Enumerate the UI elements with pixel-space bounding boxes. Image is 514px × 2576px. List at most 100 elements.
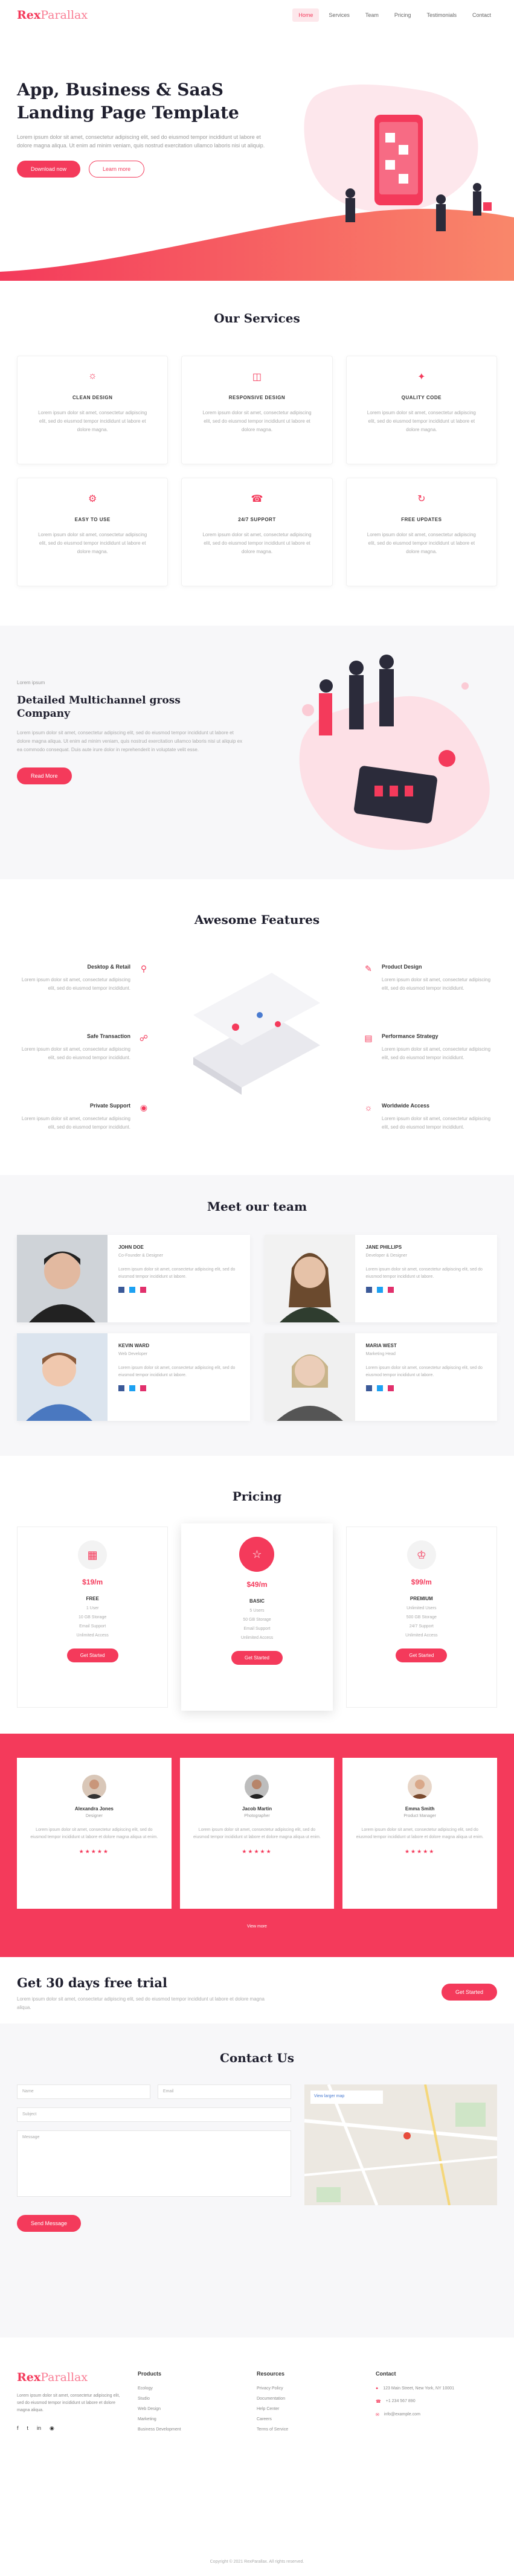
instagram-icon[interactable] [387, 1287, 394, 1293]
service-desc: Lorem ipsum dolor sit amet, consectetur … [202, 410, 312, 432]
twitter-icon[interactable]: t [27, 2425, 29, 2432]
feature-name: Safe Transaction [86, 1033, 130, 1039]
facebook-icon[interactable] [365, 1287, 372, 1293]
twitter-icon[interactable] [376, 1287, 383, 1293]
hero-description: Lorem ipsum dolor sit amet, consectetur … [17, 134, 265, 149]
feature-desc: Lorem ipsum dolor sit amet, consectetur … [382, 977, 491, 991]
footer-link[interactable]: Marketing [138, 2417, 257, 2421]
subject-field[interactable]: Subject [17, 2107, 291, 2122]
feature-name: Worldwide Access [382, 1103, 430, 1109]
team-section: Meet our team JOHN DOE Co-Founder & Desi… [0, 1175, 514, 1456]
footer-email[interactable]: info@example.com [384, 2412, 420, 2417]
plan-get-started-button[interactable]: Get Started [66, 1648, 118, 1662]
nav-home[interactable]: Home [292, 8, 320, 22]
facebook-icon[interactable]: f [17, 2425, 19, 2432]
map-view-larger-link[interactable]: View larger map [314, 2094, 344, 2098]
nav-pricing[interactable]: Pricing [388, 8, 417, 22]
instagram-icon[interactable] [140, 1385, 146, 1391]
footer-link[interactable]: Documentation [257, 2397, 376, 2401]
send-message-button[interactable]: Send Message [17, 2215, 82, 2232]
view-more-link[interactable]: View more [17, 1924, 497, 1929]
instagram-icon[interactable]: ◉ [50, 2425, 54, 2432]
settings-icon: ⚙ [88, 494, 97, 504]
devices-icon: ◫ [252, 372, 262, 382]
footer-link[interactable]: Help Center [257, 2407, 376, 2411]
service-name: 24/7 SUPPORT [238, 517, 276, 522]
nav-contact[interactable]: Contact [466, 8, 497, 22]
avatar [408, 1775, 432, 1799]
service-desc: Lorem ipsum dolor sit amet, consectetur … [367, 410, 476, 432]
plan-feature: 50 GB Storage [243, 1618, 271, 1622]
trial-title: Get 30 days free trial [17, 1975, 167, 1990]
service-card: ◫ RESPONSIVE DESIGN Lorem ipsum dolor si… [181, 356, 333, 464]
read-more-button[interactable]: Read More [17, 767, 72, 784]
feature-desc: Lorem ipsum dolor sit amet, consectetur … [382, 1046, 491, 1060]
instagram-icon[interactable] [140, 1287, 146, 1293]
feature-kicker: Lorem ipsum [17, 680, 45, 685]
testimonial-name: Emma Smith [405, 1806, 435, 1812]
plan-feature: Unlimited Access [76, 1633, 109, 1638]
plan-get-started-button[interactable]: Get Started [231, 1651, 283, 1665]
nav-team[interactable]: Team [359, 8, 385, 22]
footer-link[interactable]: Careers [257, 2417, 376, 2421]
facebook-icon[interactable] [365, 1385, 372, 1391]
feature-item: ☼ Worldwide Access Lorem ipsum dolor sit… [362, 1103, 495, 1172]
linkedin-icon[interactable]: in [37, 2425, 41, 2432]
footer-link[interactable]: Privacy Policy [257, 2386, 376, 2391]
free-trial-section: Get 30 days free trial Lorem ipsum dolor… [0, 1957, 514, 2023]
footer-address: 123 Main Street, New York, NY 10001 [383, 2386, 455, 2391]
footer-logo[interactable]: RexParallax [17, 2371, 88, 2384]
team-title: Meet our team [207, 1199, 307, 1214]
email-field[interactable]: Email [157, 2084, 291, 2099]
location-map[interactable]: View larger map [304, 2084, 497, 2205]
footer-link[interactable]: Terms of Service [257, 2427, 376, 2432]
name-field[interactable]: Name [17, 2084, 150, 2099]
facebook-icon[interactable] [118, 1385, 124, 1391]
download-button[interactable]: Download now [17, 161, 81, 178]
learn-more-button[interactable]: Learn more [89, 161, 145, 178]
footer-link[interactable]: Studio [138, 2397, 257, 2401]
feature-desc: Lorem ipsum dolor sit amet, consectetur … [21, 1116, 130, 1130]
location-pin-icon: ● [376, 2386, 379, 2391]
twitter-icon[interactable] [129, 1385, 135, 1391]
twitter-icon[interactable] [129, 1287, 135, 1293]
contact-section: Contact Us Name Email Subject Message Se… [0, 2023, 514, 2337]
footer-link[interactable]: Web Design [138, 2407, 257, 2411]
cart-icon: ⚲ [140, 964, 147, 973]
plan-name: FREE [86, 1596, 99, 1601]
service-desc: Lorem ipsum dolor sit amet, consectetur … [38, 532, 147, 554]
plan-price: $19/m [82, 1578, 103, 1586]
twitter-icon[interactable] [376, 1385, 383, 1391]
nav-testimonials[interactable]: Testimonials [420, 8, 463, 22]
feature-desc: Lorem ipsum dolor sit amet, consectetur … [21, 977, 130, 991]
footer-link[interactable]: Business Development [138, 2427, 257, 2432]
plan-feature: Email Support [243, 1627, 271, 1631]
testimonial-card: Alexandra Jones Designer Lorem ipsum dol… [17, 1758, 172, 1909]
trial-description: Lorem ipsum dolor sit amet, consectetur … [17, 1996, 265, 2010]
plan-feature: Email Support [79, 1624, 106, 1629]
member-desc: Lorem ipsum dolor sit amet, consectetur … [118, 1267, 236, 1279]
instagram-icon[interactable] [387, 1385, 394, 1391]
pricing-section: Pricing ▦ $19/m FREE 1 User 10 GB Storag… [0, 1456, 514, 1734]
member-name: KEVIN WARD [118, 1343, 150, 1348]
member-photo [264, 1333, 355, 1421]
plan-feature: 500 GB Storage [406, 1615, 437, 1620]
plan-get-started-button[interactable]: Get Started [396, 1648, 448, 1662]
nav-services[interactable]: Services [323, 8, 356, 22]
awesome-features-section: Awesome Features Desktop & Retail Lorem … [0, 879, 514, 1175]
member-name: JANE PHILLIPS [365, 1245, 402, 1250]
trial-get-started-button[interactable]: Get Started [441, 1984, 497, 2001]
services-section: Our Services ☼ CLEAN DESIGN Lorem ipsum … [0, 281, 514, 610]
team-member-card: KEVIN WARD Web Developer Lorem ipsum dol… [17, 1333, 250, 1421]
pricing-plan-card: ♔ $99/m PREMIUM Unlimited Users 500 GB S… [345, 1527, 497, 1708]
testimonial-role: Designer [85, 1814, 103, 1818]
facebook-icon[interactable] [118, 1287, 124, 1293]
feature-name: Product Design [382, 964, 422, 970]
refresh-icon: ↻ [417, 494, 426, 504]
footer-link[interactable]: Ecology [138, 2386, 257, 2391]
message-field[interactable]: Message [17, 2130, 291, 2197]
pen-icon: ✎ [365, 964, 372, 973]
contact-form: Name Email Subject Message Send Message [17, 2084, 291, 2232]
plan-feature: 10 GB Storage [79, 1615, 107, 1620]
brand-logo[interactable]: RexParallax [17, 8, 88, 22]
